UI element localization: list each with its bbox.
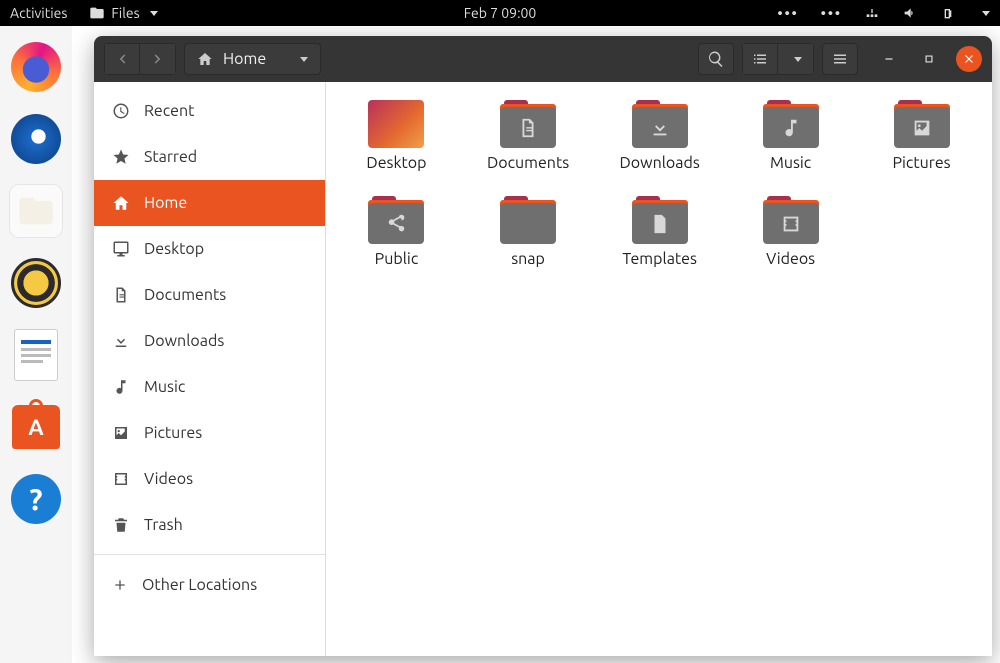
file-label: Pictures <box>892 154 950 172</box>
sidebar-item-label: Trash <box>144 516 183 534</box>
sidebar-item-trash[interactable]: Trash <box>94 502 325 548</box>
search-button[interactable] <box>698 43 734 75</box>
star-icon <box>112 148 130 166</box>
sidebar-item-videos[interactable]: Videos <box>94 456 325 502</box>
sidebar-item-label: Music <box>144 378 185 396</box>
clock-icon <box>112 102 130 120</box>
app-menu-files[interactable]: Files <box>89 5 157 21</box>
sidebar-item-desktop[interactable]: Desktop <box>94 226 325 272</box>
folder-icon <box>632 100 688 148</box>
home-icon <box>112 194 130 212</box>
places-sidebar: Recent Starred Home Desktop Documents Downloa… <box>94 82 326 656</box>
folder-icon <box>632 196 688 244</box>
dock-app-software[interactable]: A <box>9 400 63 454</box>
sidebar-item-label: Home <box>144 194 187 212</box>
activities-button[interactable]: Activities <box>10 5 67 21</box>
launcher-dock: A ? <box>0 26 72 663</box>
music-icon <box>112 378 130 396</box>
file-label: Public <box>375 250 419 268</box>
sidebar-item-label: Other Locations <box>142 576 257 594</box>
sidebar-item-downloads[interactable]: Downloads <box>94 318 325 364</box>
path-dropdown-icon[interactable] <box>300 57 308 62</box>
indicator-icon[interactable]: ••• <box>821 5 842 21</box>
system-menu-chevron-icon[interactable] <box>982 11 990 16</box>
files-view[interactable]: Desktop Documents Downloads Music Pictures Pu… <box>326 82 992 656</box>
file-item-downloads[interactable]: Downloads <box>619 100 700 172</box>
sidebar-item-label: Documents <box>144 286 226 304</box>
file-item-snap[interactable]: snap <box>487 196 569 268</box>
maximize-button[interactable] <box>916 46 942 72</box>
sidebar-item-label: Downloads <box>144 332 224 350</box>
file-item-desktop[interactable]: Desktop <box>356 100 437 172</box>
indicator-icon[interactable]: ••• <box>778 5 799 21</box>
folder-icon <box>763 196 819 244</box>
desktop-icon <box>112 240 130 258</box>
app-menu-label: Files <box>111 5 139 21</box>
dock-app-help[interactable]: ? <box>9 472 63 526</box>
file-label: snap <box>511 250 545 268</box>
files-window: Home Recent Starred Home Desktop Documents Do… <box>94 36 992 656</box>
gnome-top-bar: Activities Files Feb 7 09:00 ••• ••• <box>0 0 1000 26</box>
sidebar-item-home[interactable]: Home <box>94 180 325 226</box>
back-button[interactable] <box>104 43 140 75</box>
minimize-button[interactable] <box>876 46 902 72</box>
network-icon[interactable] <box>864 5 880 21</box>
dock-app-thunderbird[interactable] <box>9 112 63 166</box>
volume-icon[interactable] <box>902 5 918 21</box>
dock-app-rhythmbox[interactable] <box>9 256 63 310</box>
close-button[interactable] <box>956 46 982 72</box>
sidebar-other-locations[interactable]: Other Locations <box>94 561 325 609</box>
sidebar-item-label: Desktop <box>144 240 204 258</box>
folder-icon <box>368 196 424 244</box>
sidebar-item-starred[interactable]: Starred <box>94 134 325 180</box>
sidebar-item-label: Videos <box>144 470 193 488</box>
chevron-down-icon <box>150 11 158 16</box>
desktop-folder-icon <box>368 100 424 148</box>
sidebar-item-label: Pictures <box>144 424 202 442</box>
file-item-templates[interactable]: Templates <box>619 196 700 268</box>
battery-icon[interactable] <box>940 5 956 21</box>
sidebar-item-documents[interactable]: Documents <box>94 272 325 318</box>
video-icon <box>112 470 130 488</box>
plus-icon <box>112 577 128 593</box>
file-item-music[interactable]: Music <box>750 100 831 172</box>
folder-icon <box>894 100 950 148</box>
file-item-videos[interactable]: Videos <box>750 196 831 268</box>
path-location-label: Home <box>223 50 266 68</box>
sidebar-item-pictures[interactable]: Pictures <box>94 410 325 456</box>
file-label: Music <box>770 154 811 172</box>
file-label: Downloads <box>620 154 700 172</box>
file-label: Templates <box>622 250 697 268</box>
document-icon <box>112 286 130 304</box>
clock[interactable]: Feb 7 09:00 <box>464 5 537 21</box>
sidebar-item-recent[interactable]: Recent <box>94 88 325 134</box>
folder-icon <box>500 196 556 244</box>
folder-icon <box>763 100 819 148</box>
sidebar-item-label: Starred <box>144 148 197 166</box>
path-bar[interactable]: Home <box>184 43 321 75</box>
view-list-button[interactable] <box>742 43 778 75</box>
trash-icon <box>112 516 130 534</box>
forward-button[interactable] <box>140 43 176 75</box>
file-label: Videos <box>766 250 815 268</box>
picture-icon <box>112 424 130 442</box>
home-icon <box>197 51 213 67</box>
download-icon <box>112 332 130 350</box>
folder-icon <box>500 100 556 148</box>
sidebar-item-music[interactable]: Music <box>94 364 325 410</box>
dock-app-files[interactable] <box>9 184 63 238</box>
file-item-public[interactable]: Public <box>356 196 437 268</box>
headerbar: Home <box>94 36 992 82</box>
file-label: Desktop <box>366 154 426 172</box>
file-item-pictures[interactable]: Pictures <box>881 100 962 172</box>
dock-app-writer[interactable] <box>9 328 63 382</box>
sidebar-item-label: Recent <box>144 102 194 120</box>
hamburger-menu-button[interactable] <box>822 43 858 75</box>
file-item-documents[interactable]: Documents <box>487 100 569 172</box>
dock-app-firefox[interactable] <box>9 40 63 94</box>
view-options-button[interactable] <box>778 43 814 75</box>
folder-icon <box>89 5 105 21</box>
file-label: Documents <box>487 154 569 172</box>
